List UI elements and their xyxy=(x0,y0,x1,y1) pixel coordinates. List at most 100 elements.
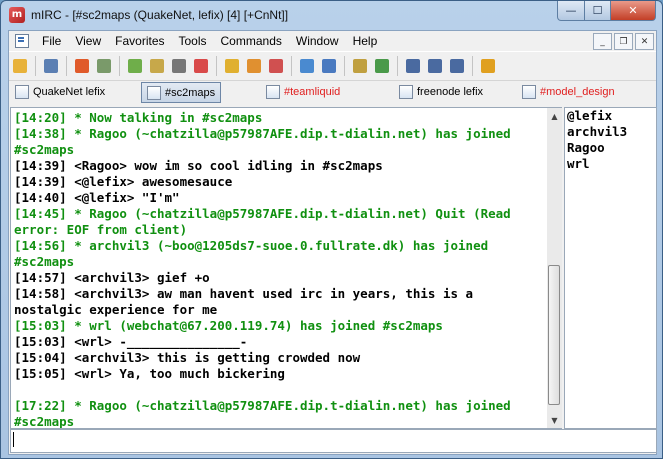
mdi-close-button[interactable]: ✕ xyxy=(635,33,654,50)
message-input[interactable] xyxy=(10,429,657,453)
sounds-icon xyxy=(300,59,314,73)
menu-commands[interactable]: Commands xyxy=(214,31,289,51)
cascade-icon xyxy=(450,59,464,73)
minimize-button[interactable]: — xyxy=(557,1,585,21)
nick-list-item[interactable]: @lefix xyxy=(565,108,656,124)
menu-file[interactable]: File xyxy=(35,31,68,51)
switchbar-tab-teamliquid[interactable]: #teamliquid xyxy=(266,82,340,101)
toolbar-separator xyxy=(216,56,217,76)
menu-help[interactable]: Help xyxy=(346,31,385,51)
tab-label: QuakeNet lefix xyxy=(33,85,106,98)
sounds-button[interactable] xyxy=(297,56,317,76)
tile-vertical-button[interactable] xyxy=(425,56,445,76)
tile-vertical-icon xyxy=(428,59,442,73)
client-area: File View Favorites Tools Commands Windo… xyxy=(8,30,657,455)
chat-scrollbar[interactable]: ▲ ▼ xyxy=(547,107,562,429)
chat-line: [14:40] <@lefix> "I'm" xyxy=(14,190,180,205)
cascade-button[interactable] xyxy=(447,56,467,76)
switchbar-tab-quakenet[interactable]: QuakeNet lefix xyxy=(15,82,105,101)
dcc-chat-icon xyxy=(269,59,283,73)
options-button[interactable] xyxy=(94,56,114,76)
tile-horizontal-icon xyxy=(406,59,420,73)
window-title: mIRC - [#sc2maps (QuakeNet, lefix) [4] [… xyxy=(31,8,289,22)
channel-window-icon[interactable] xyxy=(15,34,29,48)
disconnect-icon xyxy=(44,59,58,73)
options-icon xyxy=(97,59,111,73)
title-bar[interactable]: m mIRC - [#sc2maps (QuakeNet, lefix) [4]… xyxy=(1,1,662,29)
maximize-button[interactable]: ☐ xyxy=(585,1,611,21)
scroll-up-arrow[interactable]: ▲ xyxy=(547,108,562,124)
chat-lines: [14:20] * Now talking in #sc2maps [14:38]… xyxy=(11,108,548,429)
mirc-app-icon[interactable]: m xyxy=(9,7,25,23)
channels-list-icon xyxy=(128,59,142,73)
favorites-button[interactable] xyxy=(72,56,92,76)
disconnect-button[interactable] xyxy=(41,56,61,76)
chat-line: [14:45] * Ragoo (~chatzilla@p57987AFE.di… xyxy=(14,206,519,237)
chat-line: [14:56] * archvil3 (~boo@1205ds7-suoe.0.… xyxy=(14,238,496,269)
scroll-down-arrow[interactable]: ▼ xyxy=(547,412,562,428)
menu-bar: File View Favorites Tools Commands Windo… xyxy=(9,31,656,51)
toolbar-separator xyxy=(397,56,398,76)
channel-icon xyxy=(266,84,280,99)
switchbar-tab-sc2maps[interactable]: #sc2maps xyxy=(141,82,222,103)
caption-buttons: — ☐ ✕ xyxy=(557,1,656,21)
tab-label: freenode lefix xyxy=(417,85,484,98)
close-button[interactable]: ✕ xyxy=(611,1,656,21)
scripts-button[interactable] xyxy=(319,56,339,76)
switchbar-tab-freenode[interactable]: freenode lefix xyxy=(399,82,483,101)
nick-list[interactable]: @lefix archvil3 Ragoo wrl xyxy=(564,107,657,429)
received-button[interactable] xyxy=(372,56,392,76)
menu-favorites[interactable]: Favorites xyxy=(108,31,171,51)
toolbar-separator xyxy=(472,56,473,76)
input-caret xyxy=(13,432,14,447)
chat-line: [14:20] * Now talking in #sc2maps xyxy=(14,110,263,125)
chat-line: [15:03] * wrl (webchat@67.200.119.74) ha… xyxy=(14,318,443,333)
channel-icon xyxy=(147,85,161,100)
scripts-icon xyxy=(322,59,336,73)
server-icon xyxy=(15,84,29,99)
logs-button[interactable] xyxy=(350,56,370,76)
dcc-send-icon xyxy=(247,59,261,73)
notify-button[interactable] xyxy=(222,56,242,76)
chat-text-area[interactable]: [14:20] * Now talking in #sc2maps [14:38]… xyxy=(10,107,549,429)
nick-list-item[interactable]: Ragoo xyxy=(565,140,656,156)
mdi-minimize-button[interactable]: _ xyxy=(593,33,612,50)
about-button[interactable] xyxy=(478,56,498,76)
toolbar xyxy=(9,51,656,80)
chat-line: [14:58] <archvil3> aw man havent used ir… xyxy=(14,286,481,317)
chat-line: [15:04] <archvil3> this is getting crowd… xyxy=(14,350,361,365)
scroll-thumb[interactable] xyxy=(548,265,560,405)
about-icon xyxy=(481,59,495,73)
tab-label: #sc2maps xyxy=(165,86,216,99)
mdi-restore-button[interactable]: ❐ xyxy=(614,33,633,50)
channels-list-button[interactable] xyxy=(125,56,145,76)
menu-window[interactable]: Window xyxy=(289,31,346,51)
chat-spacer xyxy=(14,382,545,398)
connect-button[interactable] xyxy=(10,56,30,76)
chat-line: [14:38] * Ragoo (~chatzilla@p57987AFE.di… xyxy=(14,126,519,157)
address-book-button[interactable] xyxy=(147,56,167,76)
chat-line: [14:57] <archvil3> gief +o xyxy=(14,270,210,285)
menu-view[interactable]: View xyxy=(68,31,108,51)
tab-label: #model_design xyxy=(540,85,615,98)
dcc-send-button[interactable] xyxy=(244,56,264,76)
chat-line: [17:22] * Ragoo (~chatzilla@p57987AFE.di… xyxy=(14,398,519,429)
dcc-chat-button[interactable] xyxy=(266,56,286,76)
toolbar-separator xyxy=(35,56,36,76)
nick-list-item[interactable]: wrl xyxy=(565,156,656,172)
toolbar-separator xyxy=(66,56,67,76)
logs-icon xyxy=(353,59,367,73)
switchbar-tab-model-design[interactable]: #model_design xyxy=(522,82,615,101)
timer-button[interactable] xyxy=(169,56,189,76)
notify-icon xyxy=(225,59,239,73)
menu-tools[interactable]: Tools xyxy=(172,31,214,51)
colors-button[interactable] xyxy=(191,56,211,76)
toolbar-separator xyxy=(291,56,292,76)
favorites-icon xyxy=(75,59,89,73)
nick-list-item[interactable]: archvil3 xyxy=(565,124,656,140)
tile-horizontal-button[interactable] xyxy=(403,56,423,76)
chat-line: [14:39] <Ragoo> wow im so cool idling in… xyxy=(14,158,383,173)
toolbar-separator xyxy=(119,56,120,76)
clock-icon xyxy=(172,59,186,73)
mirc-window: m mIRC - [#sc2maps (QuakeNet, lefix) [4]… xyxy=(0,0,663,459)
